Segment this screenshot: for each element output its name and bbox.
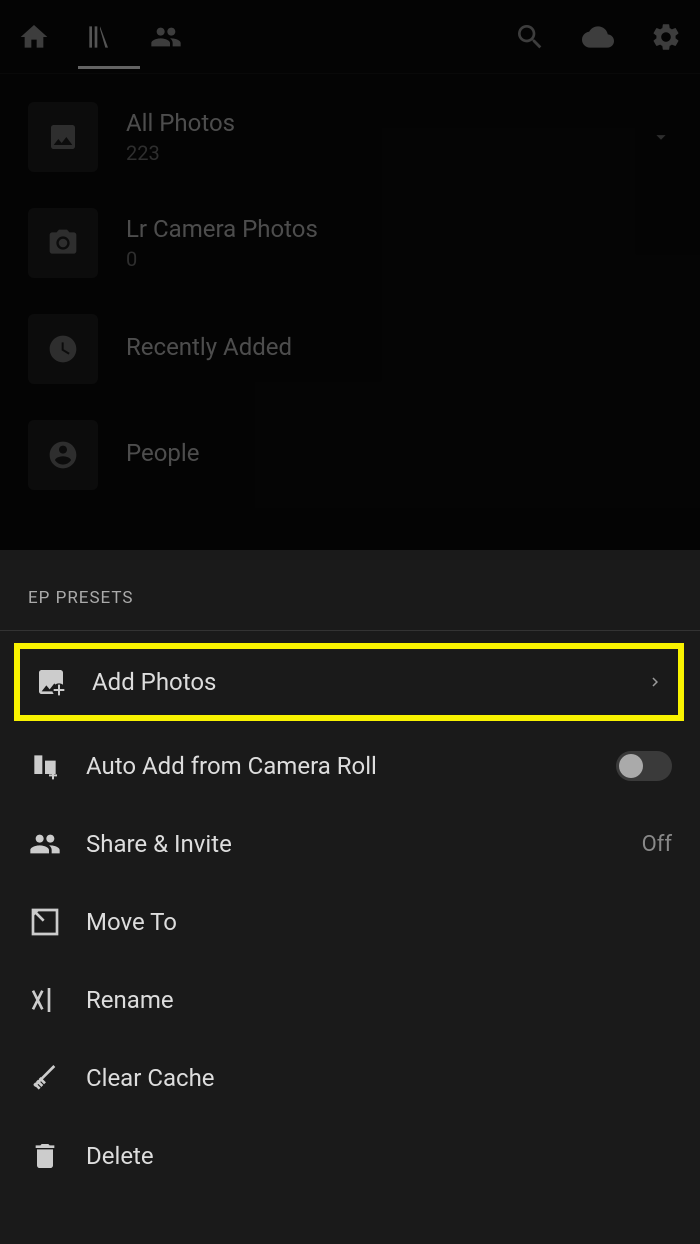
menu-move-to[interactable]: Move To xyxy=(0,883,700,961)
menu-delete[interactable]: Delete xyxy=(0,1117,700,1195)
auto-add-icon xyxy=(28,749,62,783)
share-status: Off xyxy=(642,832,672,857)
broom-icon xyxy=(28,1061,62,1095)
collection-all-photos[interactable]: All Photos 223 xyxy=(28,102,672,172)
add-photo-icon xyxy=(34,665,68,699)
home-icon[interactable] xyxy=(18,21,50,53)
trash-icon xyxy=(28,1139,62,1173)
menu-add-photos[interactable]: Add Photos xyxy=(14,643,684,721)
collection-title: All Photos xyxy=(126,109,622,137)
collection-count: 223 xyxy=(126,141,622,165)
move-icon xyxy=(28,905,62,939)
clock-icon xyxy=(47,333,79,365)
camera-icon xyxy=(47,227,79,259)
collection-recently-added[interactable]: Recently Added xyxy=(28,314,672,384)
people-tab-icon[interactable] xyxy=(150,21,182,53)
collection-title: Lr Camera Photos xyxy=(126,215,672,243)
search-icon[interactable] xyxy=(514,21,546,53)
menu-clear-cache[interactable]: Clear Cache xyxy=(0,1039,700,1117)
menu-rename[interactable]: Rename xyxy=(0,961,700,1039)
chevron-right-icon xyxy=(646,673,664,691)
menu-label: Move To xyxy=(86,908,672,936)
image-icon xyxy=(47,121,79,153)
library-collections-list: All Photos 223 Lr Camera Photos 0 Recent… xyxy=(0,74,700,490)
menu-label: Rename xyxy=(86,986,672,1014)
rename-icon xyxy=(28,983,62,1017)
menu-label: Delete xyxy=(86,1142,672,1170)
person-icon xyxy=(47,439,79,471)
collection-people[interactable]: People xyxy=(28,420,672,490)
library-icon[interactable] xyxy=(84,21,116,53)
active-tab-indicator xyxy=(78,66,140,69)
menu-label: Add Photos xyxy=(92,668,622,696)
cloud-icon[interactable] xyxy=(582,21,614,53)
collection-title: People xyxy=(126,439,672,467)
menu-share-invite[interactable]: Share & Invite Off xyxy=(0,805,700,883)
menu-label: Clear Cache xyxy=(86,1064,672,1092)
album-options-sheet: EP PRESETS Add Photos Auto Add from Came… xyxy=(0,550,700,1244)
chevron-down-icon xyxy=(650,126,672,148)
menu-auto-add[interactable]: Auto Add from Camera Roll xyxy=(0,727,700,805)
people-icon xyxy=(28,827,62,861)
sheet-title: EP PRESETS xyxy=(0,550,700,631)
top-navigation-bar xyxy=(0,0,700,74)
collection-title: Recently Added xyxy=(126,333,672,361)
menu-label: Auto Add from Camera Roll xyxy=(86,752,592,780)
auto-add-toggle[interactable] xyxy=(616,751,672,781)
collection-lr-camera[interactable]: Lr Camera Photos 0 xyxy=(28,208,672,278)
collection-count: 0 xyxy=(126,247,672,271)
settings-icon[interactable] xyxy=(650,21,682,53)
menu-label: Share & Invite xyxy=(86,830,618,858)
